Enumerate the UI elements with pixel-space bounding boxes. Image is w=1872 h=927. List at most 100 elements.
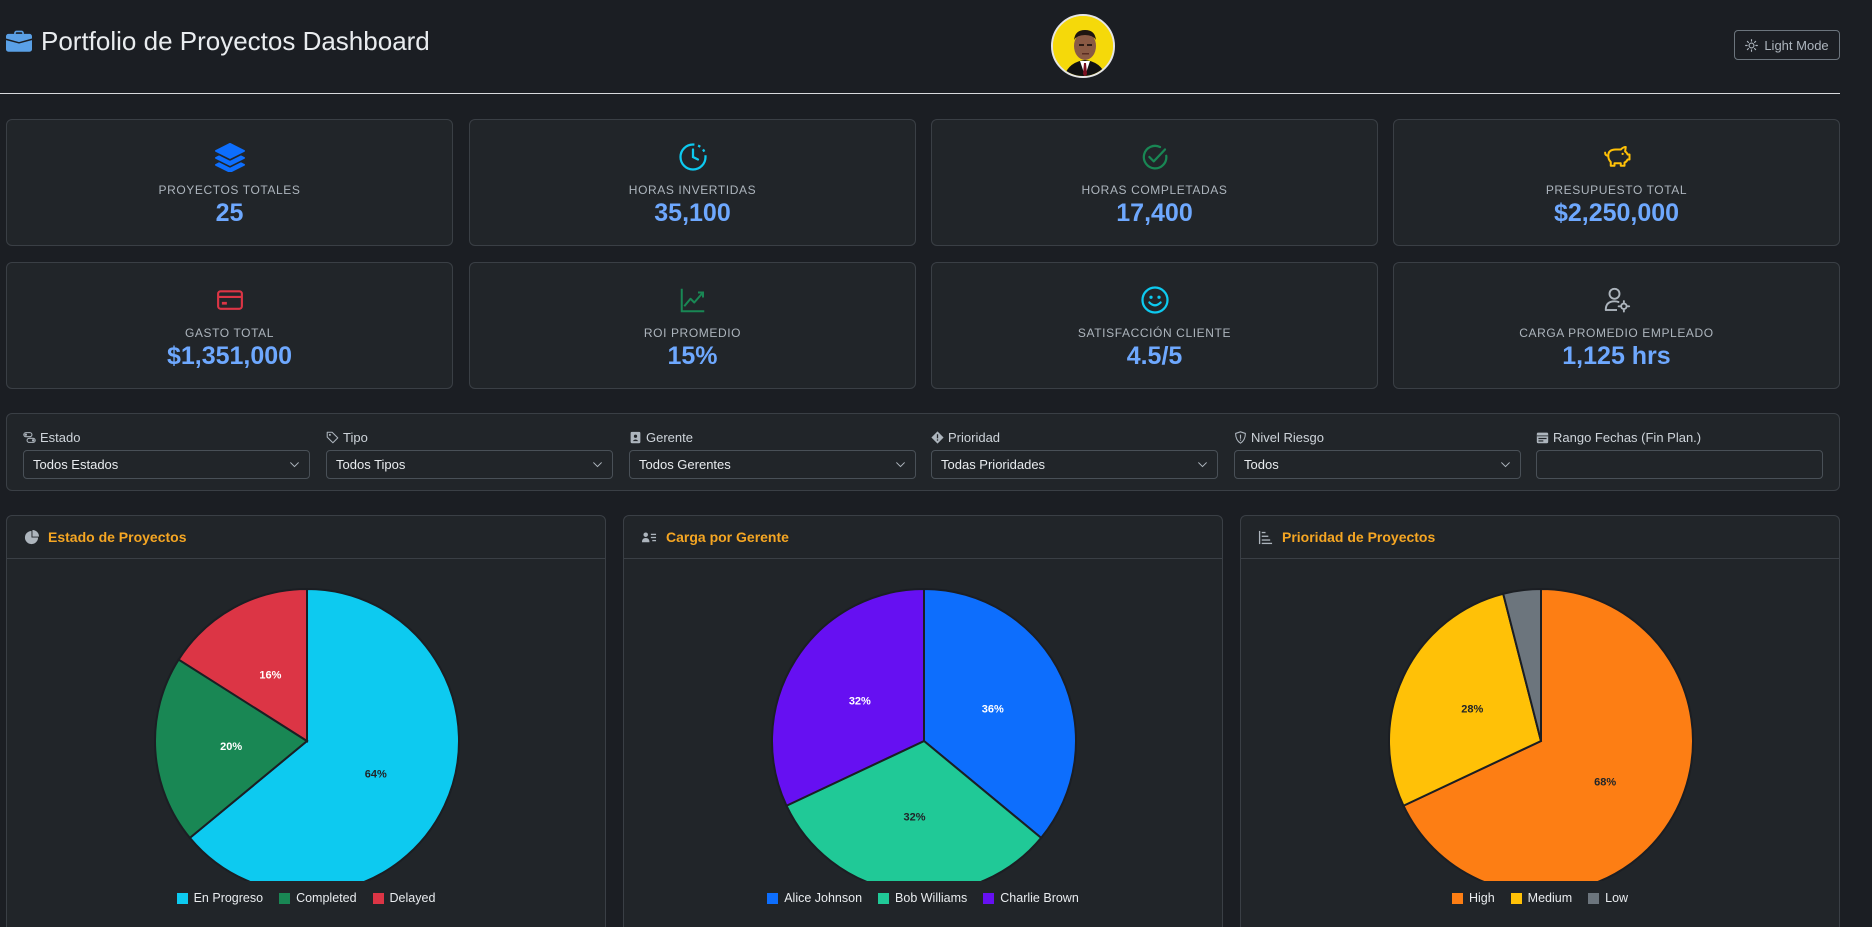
- legend-swatch: [1510, 892, 1522, 904]
- filter-label: Rango Fechas (Fin Plan.): [1553, 429, 1702, 445]
- filter-gerente: Gerente Todos Gerentes: [629, 428, 916, 479]
- tipo-select[interactable]: Todos Tipos: [326, 450, 613, 479]
- filter-label: Gerente: [646, 429, 693, 445]
- select-value: Todos: [1244, 457, 1279, 472]
- filters-bar: Estado Todos Estados Tipo Todos Tipos Ge…: [6, 413, 1840, 491]
- sun-icon: [1745, 38, 1759, 52]
- kpi-label: HORAS COMPLETADAS: [1081, 183, 1228, 197]
- filter-label: Tipo: [343, 429, 368, 445]
- select-value: Todos Tipos: [336, 457, 406, 472]
- pie-data-label: 16%: [259, 669, 281, 681]
- kpi-card-horas-completadas: HORAS COMPLETADAS 17,400: [931, 119, 1378, 246]
- panel-carga-gerente: Carga por Gerente 36% 32% 32% Alice Johnso…: [623, 515, 1223, 927]
- legend-item[interactable]: High: [1451, 891, 1495, 905]
- legend-swatch: [372, 892, 384, 904]
- legend-label: Charlie Brown: [1000, 891, 1079, 905]
- dashboard-header: Portfolio de Proyectos Dashboard Light M…: [0, 0, 1840, 94]
- chart-legend: High Medium Low: [1241, 891, 1839, 905]
- kpi-label: ROI PROMEDIO: [643, 326, 742, 340]
- pie-chart-gerente: 36% 32% 32%: [771, 587, 1077, 881]
- kpi-card-horas-invertidas: HORAS INVERTIDAS 35,100: [469, 119, 916, 246]
- legend-label: Alice Johnson: [784, 891, 863, 905]
- legend-swatch: [767, 892, 779, 904]
- briefcase-icon: [6, 30, 32, 52]
- diamond-exclamation-icon: [931, 430, 944, 444]
- pie-data-label: 28%: [1461, 704, 1483, 716]
- pie-data-label: 68%: [1594, 777, 1616, 789]
- legend-item[interactable]: Bob Williams: [878, 891, 967, 905]
- filter-label: Nivel Riesgo: [1251, 429, 1324, 445]
- light-mode-label: Light Mode: [1764, 37, 1829, 53]
- clock-icon: [678, 143, 707, 171]
- avatar[interactable]: [1051, 14, 1115, 78]
- kpi-card-gasto-total: GASTO TOTAL $1,351,000: [6, 262, 453, 389]
- filter-label-row: Nivel Riesgo: [1234, 428, 1521, 446]
- filter-rango-fechas: Rango Fechas (Fin Plan.): [1536, 428, 1823, 479]
- legend-item[interactable]: Medium: [1510, 891, 1572, 905]
- kpi-value: 4.5/5: [1126, 342, 1183, 370]
- legend-swatch: [176, 892, 188, 904]
- kpi-label: PRESUPUESTO TOTAL: [1545, 183, 1688, 197]
- estado-select[interactable]: Todos Estados: [23, 450, 310, 479]
- filter-label-row: Prioridad: [931, 428, 1218, 446]
- filter-estado: Estado Todos Estados: [23, 428, 310, 479]
- nivel-riesgo-select[interactable]: Todos: [1234, 450, 1521, 479]
- filter-label: Estado: [40, 429, 81, 445]
- legend-item[interactable]: En Progreso: [176, 891, 263, 905]
- prioridad-select[interactable]: Todas Prioridades: [931, 450, 1218, 479]
- legend-swatch: [1451, 892, 1463, 904]
- page-title: Portfolio de Proyectos Dashboard: [41, 26, 430, 56]
- pie-data-label: 36%: [982, 704, 1004, 716]
- panel-title: Prioridad de Proyectos: [1282, 529, 1436, 545]
- chevron-down-icon: [1501, 462, 1510, 468]
- panel-header: Prioridad de Proyectos: [1241, 516, 1839, 559]
- filter-label-row: Gerente: [629, 428, 916, 446]
- kpi-label: SATISFACCIÓN CLIENTE: [1077, 326, 1232, 340]
- kpi-value: 17,400: [1116, 199, 1193, 227]
- legend-label: Delayed: [389, 891, 436, 905]
- chevron-down-icon: [1198, 462, 1207, 468]
- kpi-value: 35,100: [654, 199, 731, 227]
- chevron-down-icon: [593, 462, 602, 468]
- filter-label-row: Rango Fechas (Fin Plan.): [1536, 428, 1823, 446]
- smile-icon: [1140, 286, 1169, 314]
- legend-swatch: [878, 892, 890, 904]
- legend-label: Bob Williams: [895, 891, 968, 905]
- select-value: Todos Estados: [33, 457, 119, 472]
- legend-label: Completed: [296, 891, 357, 905]
- kpi-card-satisfaccion-cliente: SATISFACCIÓN CLIENTE 4.5/5: [931, 262, 1378, 389]
- chart-legend: En Progreso Completed Delayed: [7, 891, 605, 905]
- user-photo-icon: [1053, 16, 1113, 76]
- date-range-input[interactable]: [1536, 450, 1823, 479]
- panel-title: Estado de Proyectos: [48, 529, 187, 545]
- shield-exclamation-icon: [1235, 430, 1246, 444]
- kpi-card-roi-promedio: ROI PROMEDIO 15%: [469, 262, 916, 389]
- legend-swatch: [1588, 892, 1600, 904]
- legend-swatch: [983, 892, 995, 904]
- kpi-card-proyectos-totales: PROYECTOS TOTALES 25: [6, 119, 453, 246]
- sort-icon: [1258, 530, 1273, 544]
- kpi-value: $1,351,000: [166, 342, 293, 370]
- light-mode-button[interactable]: Light Mode: [1734, 30, 1840, 60]
- legend-item[interactable]: Alice Johnson: [767, 891, 862, 905]
- legend-item[interactable]: Charlie Brown: [983, 891, 1079, 905]
- select-value: Todos Gerentes: [639, 457, 731, 472]
- person-badge-icon: [630, 431, 641, 443]
- kpi-value: 15%: [667, 342, 718, 370]
- gerente-select[interactable]: Todos Gerentes: [629, 450, 916, 479]
- filter-prioridad: Prioridad Todas Prioridades: [931, 428, 1218, 479]
- piggy-bank-icon: [1603, 146, 1630, 167]
- kpi-label: CARGA PROMEDIO EMPLEADO: [1519, 326, 1714, 340]
- filter-label: Prioridad: [948, 429, 1001, 445]
- panel-prioridad-proyectos: Prioridad de Proyectos 68% 28% High Mediu…: [1240, 515, 1840, 927]
- legend-item[interactable]: Delayed: [372, 891, 436, 905]
- legend-item[interactable]: Low: [1588, 891, 1628, 905]
- pie-data-label: 20%: [220, 741, 242, 753]
- select-value: Todas Prioridades: [941, 457, 1046, 472]
- filter-label-row: Tipo: [326, 428, 613, 446]
- kpi-label: GASTO TOTAL: [184, 326, 275, 340]
- kpi-label: PROYECTOS TOTALES: [158, 183, 301, 197]
- legend-item[interactable]: Completed: [279, 891, 357, 905]
- kpi-value: 1,125 hrs: [1562, 342, 1671, 370]
- pie-data-label: 64%: [365, 768, 387, 780]
